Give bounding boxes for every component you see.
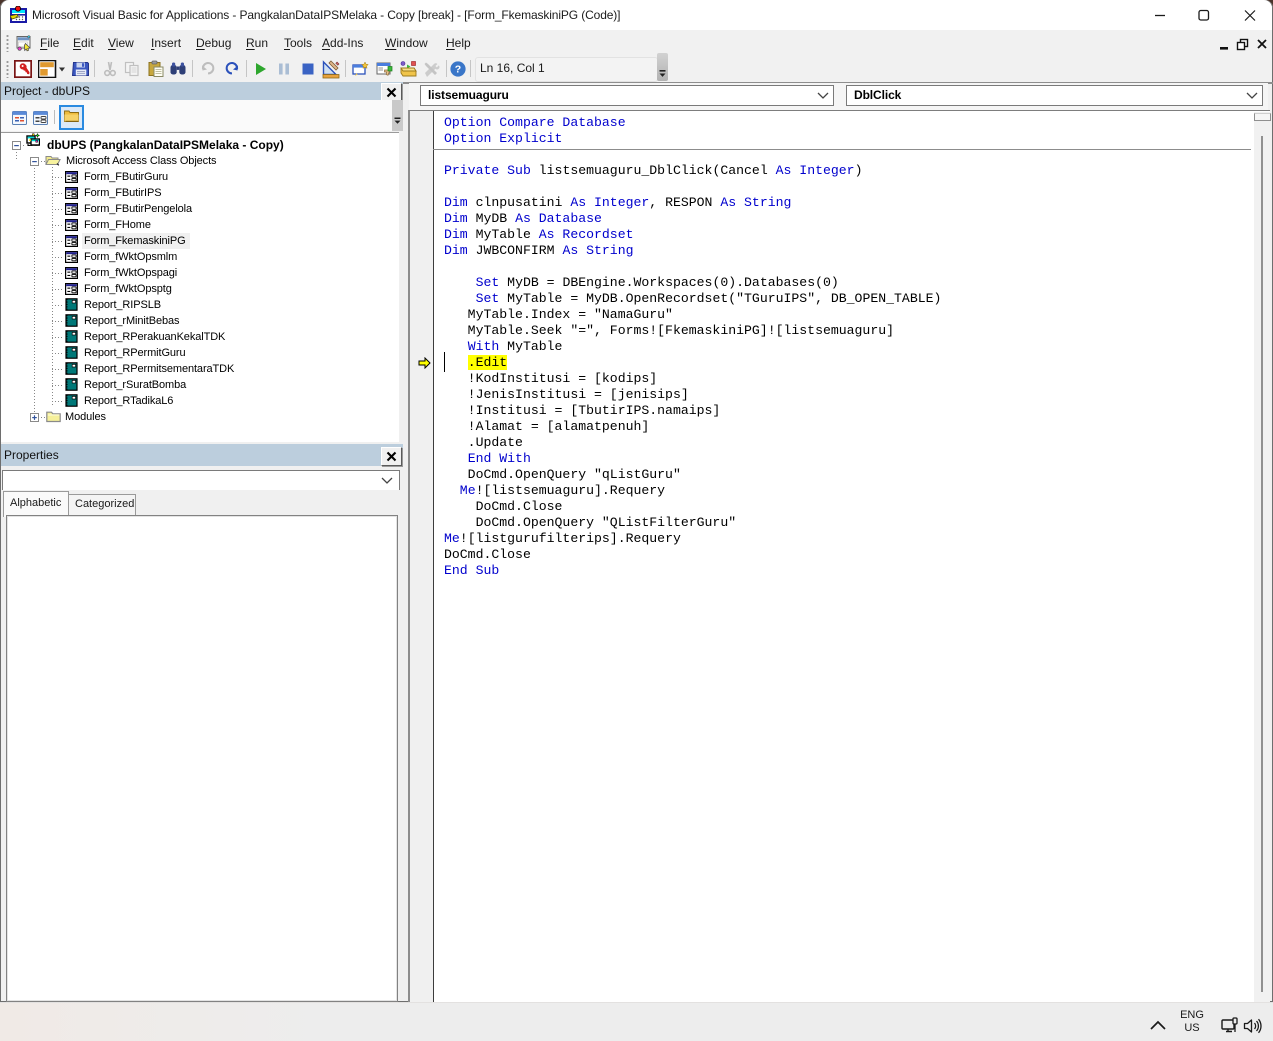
svg-text:?: ? [455, 64, 461, 76]
